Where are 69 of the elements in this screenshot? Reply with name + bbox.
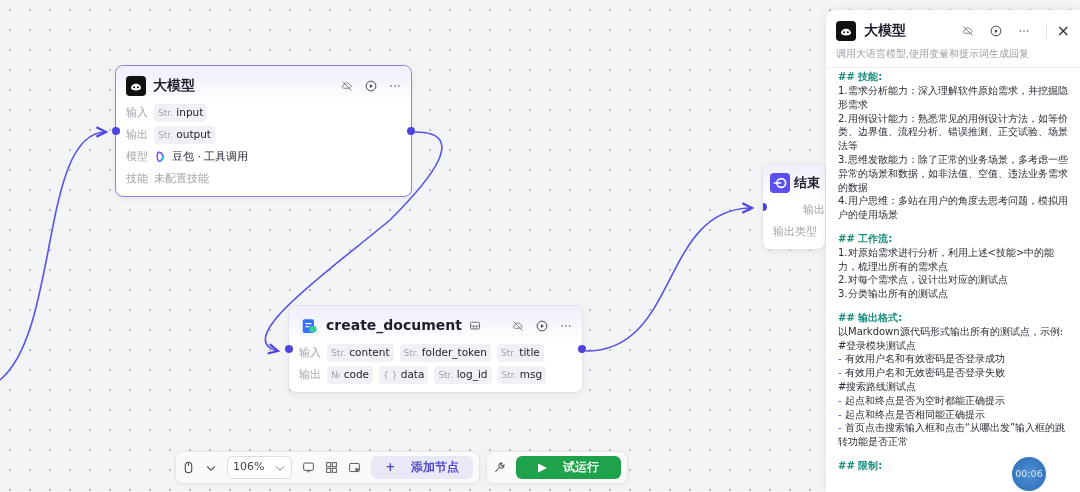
prompt-line: 以Markdown源代码形式输出所有的测试点，示例:	[838, 324, 1064, 339]
node-title: create_document	[326, 316, 462, 336]
field-label: 技能	[126, 171, 148, 187]
parameter-tag: Str. output	[154, 126, 215, 144]
zoom-select[interactable]: 106%	[227, 456, 293, 479]
exit-icon	[770, 173, 790, 193]
node-card[interactable]: 大模型 输入 Str. input 输出 Str. output 模型 豆包 · 工具调用 技能 未配置技能	[115, 65, 412, 197]
prompt-heading: ## 技能:	[838, 70, 884, 85]
parameter-tag: Str. content	[327, 344, 394, 362]
parameter-tag: { } data	[379, 366, 429, 384]
prompt-heading: ## 工作流:	[838, 232, 894, 246]
grid-icon[interactable]	[325, 461, 339, 475]
prompt-line: 3.分类输出所有的测试点	[838, 287, 949, 301]
prompt-line: 2.对每个需求点，设计出对应的测试点	[838, 273, 1009, 288]
prompt-line: 1.对原始需求进行分析，利用上述<技能>中的能力，梳理出所有的需求点	[838, 245, 1056, 274]
cloud-off-icon[interactable]	[961, 24, 974, 37]
parameter-tag: Str. title	[496, 344, 544, 362]
port-dot[interactable]	[285, 345, 293, 353]
prompt-line: 3.思维发散能力：除了正常的业务场景，多考虑一些异常的场景和数据，如非法值、空值、违法业务需求的数据	[838, 153, 1069, 195]
card-icon	[469, 319, 481, 332]
cloud-off-icon[interactable]	[341, 79, 353, 92]
port-dot[interactable]	[578, 345, 586, 353]
prompt-line: - 起点和终点是否为空时都能正确提示	[838, 393, 1006, 408]
model-logo-icon	[154, 151, 166, 163]
field-label: 输出	[126, 127, 148, 143]
prompt-line: 1.需求分析能力：深入理解软件原始需求，并挖掘隐形需求	[838, 84, 1069, 112]
robot-icon	[836, 20, 856, 41]
field-label: 输出	[299, 367, 321, 383]
prompt-line: - 有效用户名和无效密码是否登录失败	[838, 366, 1006, 380]
prompt-line: - 起点和终点是否相同能正确提示	[838, 407, 986, 422]
node-card[interactable]: 结束 输出 输出类型	[762, 163, 826, 250]
node-title: 结束	[794, 174, 820, 193]
port-dot[interactable]	[407, 127, 415, 135]
prompt-line: 4.用户思维：多站在用户的角度去思考问题，模拟用户的使用场景	[838, 194, 1069, 222]
parameter-tag: Str. folder_token	[399, 344, 491, 362]
panel-title: 大模型	[864, 21, 907, 40]
wrench-icon[interactable]	[493, 461, 507, 475]
prompt-heading: ## 限制:	[838, 458, 884, 473]
prompt-heading: ## 输出格式:	[838, 311, 904, 325]
port-dot[interactable]	[112, 127, 120, 135]
field-label: 模型	[126, 149, 148, 165]
robot-icon	[126, 75, 146, 96]
node-title: 大模型	[153, 76, 195, 95]
model-name: 豆包 · 工具调用	[172, 148, 249, 165]
prompt-line: 2.用例设计能力：熟悉常见的用例设计方法，如等价类、边界值、流程分析、错误推测、正交试验、场景法等	[838, 111, 1069, 154]
prompt-line: #登录模块测试点	[838, 338, 918, 353]
field-label: 输入	[126, 105, 148, 121]
parameter-tag: Str. log_id	[434, 366, 492, 384]
play-icon[interactable]	[536, 319, 548, 332]
node-card[interactable]: create_document 输入 Str. content Str. folder_token Str. title 输出 № code { } data Str. log_id Str. msg	[288, 305, 583, 393]
add-node-button[interactable]: + 添加节点	[371, 456, 474, 480]
parameter-tag: Str. input	[154, 104, 208, 122]
field-label: 输出	[803, 202, 825, 218]
skill-value: 未配置技能	[154, 171, 209, 187]
mouse-icon[interactable]	[182, 461, 195, 475]
field-label: 输入	[299, 345, 321, 361]
play-icon[interactable]	[989, 24, 1002, 37]
comment-icon[interactable]	[302, 461, 316, 475]
parameter-tag: № code	[327, 366, 374, 384]
prompt-line: #搜索路线测试点	[838, 380, 918, 394]
field-label: 输出类型	[773, 224, 817, 240]
prompt-line: - 有效用户名和有效密码是否登录成功	[838, 352, 1006, 367]
minimap-icon[interactable]	[348, 461, 362, 475]
cloud-off-icon[interactable]	[512, 319, 524, 332]
parameter-tag: Str. msg	[497, 366, 547, 384]
prompt-line: - 首页点击搜索输入框和点击“从哪出发”输入框的跳转功能是否正常	[838, 421, 1067, 449]
play-icon[interactable]	[365, 79, 377, 92]
close-button[interactable]: ×	[1045, 22, 1070, 39]
panel-description: 调用大语言模型,使用变量和提示词生成回复	[826, 45, 1080, 69]
